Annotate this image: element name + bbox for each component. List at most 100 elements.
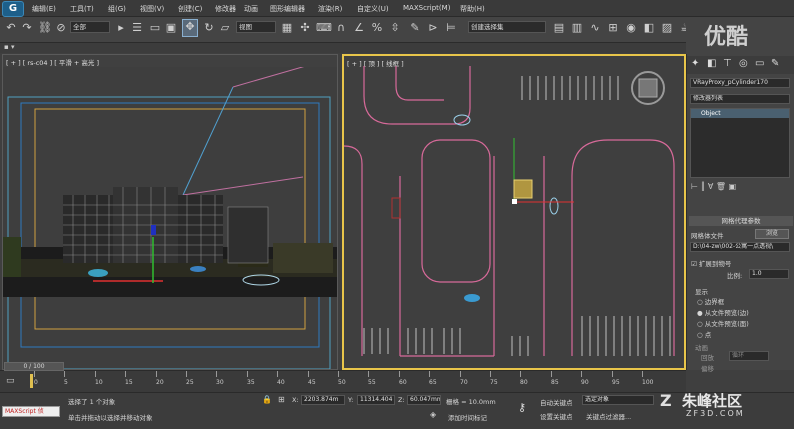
timeline-ruler[interactable]: 0 5 10 15 20 25 30 35 40 45 50 55 60 65 70 75 80 85 90 95 10… (34, 371, 654, 391)
undo-icon[interactable]: ↶ (4, 21, 18, 35)
watermark-area: 优酷 (686, 17, 794, 54)
menu-customize[interactable]: 自定义(U) (357, 4, 389, 14)
select-and-rotate-icon[interactable]: ↻ (202, 21, 216, 35)
selection-filter-dropdown[interactable]: 全部 (70, 21, 110, 33)
track-bar-icon[interactable]: ▭ (6, 376, 15, 386)
menu-bar: G 编辑(E) 工具(T) 组(G) 视图(V) 创建(C) 修改器 动画 图形… (0, 0, 794, 17)
mesh-proxy-rollout-title[interactable]: 网格代理参数 (689, 216, 793, 226)
menu-modifiers[interactable]: 修改器 (215, 4, 236, 14)
display-option-preview-faces[interactable]: ○ 从文件预览(面) (697, 318, 749, 328)
angle-snap-icon[interactable]: ∠ (352, 21, 366, 35)
offset-label: 偏移 (701, 365, 714, 373)
modifier-list-dropdown[interactable]: 修改器列表 (690, 94, 790, 104)
time-slider[interactable]: 0 / 100 (4, 362, 64, 371)
material-editor-icon[interactable]: ◉ (624, 21, 638, 35)
configure-sets-icon[interactable]: ▣ (729, 182, 737, 191)
camera-viewport[interactable]: [ + ] [ rs-c04 ] [ 平滑 + 高光 ] (2, 54, 338, 370)
lock-selection-icon[interactable]: 🔒 (262, 395, 272, 404)
menu-create[interactable]: 创建(C) (178, 4, 202, 14)
menu-edit[interactable]: 编辑(E) (32, 4, 56, 14)
motion-tab-icon[interactable]: ◎ (739, 58, 748, 69)
edit-named-selection-icon[interactable]: ✎ (408, 21, 422, 35)
menu-tools[interactable]: 工具(T) (70, 4, 94, 14)
top-viewport[interactable]: [ + ] [ 顶 ] [ 线框 ] (342, 54, 686, 370)
align-icon[interactable]: ⊨ (444, 21, 458, 35)
make-unique-icon[interactable]: ∀ (708, 182, 716, 191)
menu-rendering[interactable]: 渲染(R) (318, 4, 342, 14)
redo-icon[interactable]: ↷ (20, 21, 34, 35)
curve-editor-icon[interactable]: ∿ (588, 21, 602, 35)
key-filters-button[interactable]: 关键点过滤器... (586, 411, 631, 421)
display-option-preview-edges[interactable]: ● 从文件预览(边) (697, 307, 749, 317)
pin-stack-icon[interactable]: ⊢ (691, 182, 701, 191)
browse-button[interactable]: 浏览 (755, 229, 789, 239)
rectangle-selection-icon[interactable]: ▭ (148, 21, 162, 35)
z-coord-field[interactable]: 60.047mm (407, 395, 441, 405)
modifier-stack-item[interactable]: Object (691, 109, 789, 118)
pivot-center-icon[interactable]: ▦ (280, 21, 294, 35)
link-icon[interactable]: ⛓ (38, 21, 52, 35)
graphite-tools-icon[interactable]: ▥ (570, 21, 584, 35)
timeline-tick-label: 45 (308, 379, 316, 386)
unlink-icon[interactable]: ⊘ (54, 21, 68, 35)
expand-checkbox[interactable]: ☑ 扩展到物号 (691, 258, 731, 268)
rendered-frame-icon[interactable]: ▨ (660, 21, 674, 35)
camera-viewport-label[interactable]: [ + ] [ rs-c04 ] [ 平滑 + 高光 ] (6, 57, 99, 67)
scale-spinner[interactable]: 1.0 (749, 269, 789, 279)
percent-snap-icon[interactable]: % (370, 21, 384, 35)
current-frame-marker[interactable] (30, 374, 33, 388)
mesh-file-path[interactable]: D:\04-zw\002-公寓一点透视\ (690, 242, 790, 252)
object-name-field[interactable]: VRayProxy_pCylinder170 (690, 78, 790, 88)
timeline-tick-label: 100 (642, 379, 654, 386)
display-option-point[interactable]: ○ 点 (697, 329, 711, 339)
named-selection-set-dropdown[interactable]: 创建选择集 (468, 21, 546, 33)
show-end-result-icon[interactable]: ║ (701, 182, 708, 191)
menu-help[interactable]: 帮助(H) (460, 4, 485, 14)
window-crossing-icon[interactable]: ▣ (164, 21, 178, 35)
timeline-tick (460, 371, 461, 377)
maxscript-listener[interactable]: MAXScript 侦 (2, 406, 60, 417)
menu-views[interactable]: 视图(V) (140, 4, 164, 14)
remove-modifier-icon[interactable]: 🗑 (716, 182, 729, 191)
display-option-bbox[interactable]: ○ 边界框 (697, 296, 724, 306)
modify-tab-icon[interactable]: ◧ (707, 58, 716, 69)
spinner-snap-icon[interactable]: ⇳ (388, 21, 402, 35)
menu-animation[interactable]: 动画 (244, 4, 258, 14)
set-key-label: 设置关键点 (540, 413, 573, 421)
render-setup-icon[interactable]: ◧ (642, 21, 656, 35)
hierarchy-tab-icon[interactable]: ⊤ (723, 58, 732, 69)
app-logo-icon[interactable]: G (2, 1, 24, 17)
key-icon[interactable]: ⚷ (518, 401, 526, 414)
timeline-tick (125, 371, 126, 377)
menu-maxscript[interactable]: MAXScript(M) (403, 4, 450, 12)
select-object-icon[interactable]: ▸ (114, 21, 128, 35)
viewport-layout-icon[interactable]: ▪ ▾ (4, 43, 14, 51)
reference-coordinate-dropdown[interactable]: 视图 (236, 21, 276, 33)
command-panel-tabs: ✦ ◧ ⊤ ◎ ▭ ✎ (687, 56, 794, 74)
select-and-move-icon[interactable]: ✥ (182, 19, 198, 37)
menu-group[interactable]: 组(G) (108, 4, 126, 14)
timeline-tick (338, 371, 339, 377)
keyboard-shortcut-icon[interactable]: ⌨ (316, 21, 332, 35)
timeline-tick (581, 371, 582, 377)
utilities-tab-icon[interactable]: ✎ (771, 58, 779, 69)
menu-graph-editors[interactable]: 图形编辑器 (270, 4, 305, 14)
layer-manager-icon[interactable]: ▤ (552, 21, 566, 35)
create-tab-icon[interactable]: ✦ (691, 58, 699, 69)
absolute-mode-icon[interactable]: ⊞ (278, 395, 285, 404)
x-coord-field[interactable]: 2203.874m (301, 395, 345, 405)
snaps-toggle-icon[interactable]: ∩ (334, 21, 348, 35)
schematic-view-icon[interactable]: ⊞ (606, 21, 620, 35)
y-coord-field[interactable]: 11314.404 (357, 395, 395, 405)
display-tab-icon[interactable]: ▭ (755, 58, 764, 69)
stack-controls: ⊢ ║ ∀ 🗑 ▣ (691, 182, 791, 194)
timeline-tick-label: 50 (338, 379, 346, 386)
mirror-icon[interactable]: ⊳ (426, 21, 440, 35)
key-mode-dropdown[interactable]: 选定对象 (582, 395, 654, 405)
select-and-scale-icon[interactable]: ▱ (218, 21, 232, 35)
time-tag-icon[interactable]: ◈ (430, 410, 436, 419)
select-manipulate-icon[interactable]: ✣ (298, 21, 312, 35)
add-time-tag[interactable]: 添加时间标记 (448, 412, 487, 422)
select-by-name-icon[interactable]: ☰ (130, 21, 144, 35)
playback-dropdown[interactable]: 循环 (729, 351, 769, 361)
